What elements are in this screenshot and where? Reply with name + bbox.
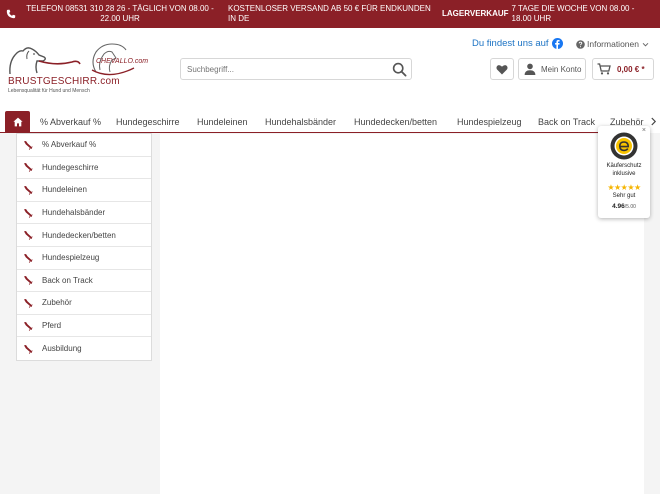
user-icon [524,63,536,75]
phone-info[interactable]: TELEFON 08531 310 28 26 - TÄGLICH VON 08… [6,0,218,28]
menu-item-abverkauf[interactable]: % Abverkauf % [17,134,151,157]
score-max: /5.00 [624,204,636,210]
chevron-right-icon [650,117,656,126]
nav-item-hundegeschirre[interactable]: Hundegeschirre [116,110,180,133]
dog-icon [24,321,33,331]
heart-icon [496,64,508,74]
find-us-text: Du findest uns auf [472,38,549,49]
phone-icon [6,9,16,19]
header: BRUSTGESCHIRR.com Lebensqualität für Hun… [0,28,660,110]
cart-button[interactable]: 0,00 € * [592,58,654,80]
buyer-protection-line2: inklusive [612,171,636,177]
buyer-protection-text: Käuferschutz inklusive [598,162,650,178]
rating-text: Sehr gut [612,193,636,199]
dog-icon [24,140,33,150]
menu-item-hundedecken[interactable]: Hundedecken/betten [17,224,151,247]
chevron-down-icon [642,42,649,47]
menu-item-label: Zubehör [42,298,72,308]
store-label: LAGERVERKAUF [442,9,509,18]
account-label: Mein Konto [541,64,582,74]
dog-icon [24,298,33,308]
menu-item-label: Hundedecken/betten [42,230,116,240]
rating-stars: ★★★★★ [607,183,641,192]
menu-item-label: Ausbildung [42,344,82,354]
facebook-icon [551,38,563,49]
home-icon [12,117,23,126]
top-info-bar: TELEFON 08531 310 28 26 - TÄGLICH VON 08… [0,0,660,28]
menu-item-hundegeschirre[interactable]: Hundegeschirre [17,157,151,180]
menu-item-label: Hundegeschirre [42,162,99,172]
nav-item-hundeleinen[interactable]: Hundeleinen [197,110,248,133]
menu-item-back-on-track[interactable]: Back on Track [17,270,151,293]
logo-tagline: Lebensqualität für Hund und Mensch [8,88,90,94]
dog-icon [24,208,33,218]
store-info: LAGERVERKAUF 7 TAGE DIE WOCHE VON 08.00 … [442,0,656,28]
shipping-info: KOSTENLOSER VERSAND AB 50 € FÜR ENDKUNDE… [228,0,434,28]
home-button[interactable] [5,111,30,132]
dog-icon [24,276,33,286]
score-value: 4.96 [612,203,625,210]
info-dropdown[interactable]: Informationen [576,39,649,49]
buyer-protection-line1: Käuferschutz [606,163,642,169]
cart-total: 0,00 € * [617,64,645,74]
dog-icon [24,253,33,263]
account-button[interactable]: Mein Konto [518,58,586,80]
dog-icon [24,231,33,241]
menu-item-hundehalsbaender[interactable]: Hundehalsbänder [17,202,151,225]
store-text: 7 TAGE DIE WOCHE VON 08.00 - 18.00 UHR [511,4,635,23]
dog-icon [24,185,33,195]
brustgeschirr-logo[interactable]: BRUSTGESCHIRR.com Lebensqualität für Hun… [6,40,120,96]
menu-item-label: Pferd [42,321,62,331]
dog-icon [24,163,33,173]
nav-item-hundedecken[interactable]: Hundedecken/betten [354,110,437,133]
trusted-shops-seal-icon [610,132,638,160]
trusted-shops-badge[interactable]: × Käuferschutz inklusive ★★★★★ Sehr gut … [598,126,650,218]
menu-item-pferd[interactable]: Pferd [17,315,151,338]
shipping-text: KOSTENLOSER VERSAND AB 50 € FÜR ENDKUNDE… [228,4,431,23]
menu-item-label: Hundehalsbänder [42,208,106,218]
dog-logo-icon [9,47,81,75]
rating-score: 4.96/5.00 [598,203,650,210]
menu-item-label: Hundespielzeug [42,253,100,263]
search-icon[interactable] [392,62,407,77]
menu-item-label: % Abverkauf % [42,140,97,150]
menu-item-hundespielzeug[interactable]: Hundespielzeug [17,247,151,270]
dog-icon [24,344,33,354]
close-icon[interactable]: × [642,127,646,134]
cart-icon [597,63,611,75]
menu-item-label: Hundeleinen [42,185,87,195]
menu-item-ausbildung[interactable]: Ausbildung [17,337,151,360]
category-menu: % Abverkauf % Hundegeschirre Hundeleinen… [16,133,152,361]
phone-text: TELEFON 08531 310 28 26 - TÄGLICH VON 08… [26,4,214,23]
search-input[interactable] [187,63,387,76]
menu-item-zubehoer[interactable]: Zubehör [17,292,151,315]
search-box[interactable] [180,58,412,80]
question-icon [576,39,585,49]
menu-item-hundeleinen[interactable]: Hundeleinen [17,179,151,202]
facebook-link[interactable]: Du findest uns auf [472,38,563,49]
chevallo-brand-text: CHEVALLO.com [96,58,149,65]
wishlist-button[interactable] [490,58,514,80]
nav-item-abverkauf[interactable]: % Abverkauf % [40,110,101,133]
chevallo-logo[interactable]: CHEVALLO.com [86,40,148,84]
menu-item-label: Back on Track [42,275,93,285]
nav-item-back-on-track[interactable]: Back on Track [538,110,595,133]
nav-item-hundespielzeug[interactable]: Hundespielzeug [457,110,522,133]
main-content [160,134,644,494]
main-navigation: % Abverkauf % Hundegeschirre Hundeleinen… [0,110,660,133]
info-label: Informationen [587,39,639,49]
nav-item-hundehalsbaender[interactable]: Hundehalsbänder [265,110,336,133]
